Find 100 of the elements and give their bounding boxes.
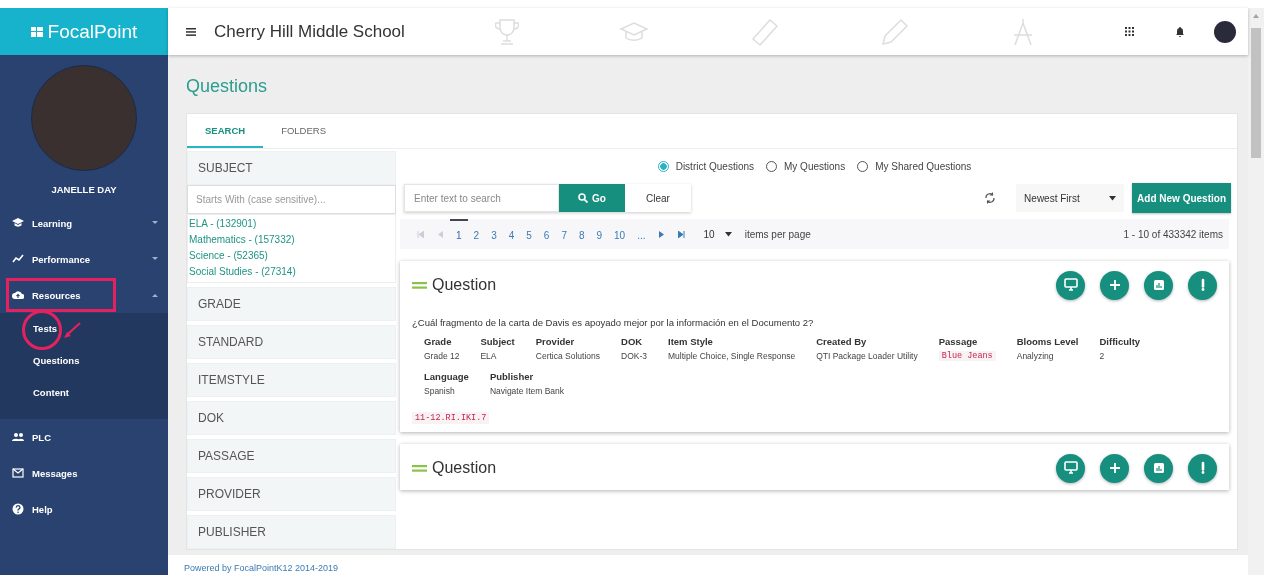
- nav-item[interactable]: Performance: [0, 241, 168, 277]
- tab[interactable]: FOLDERS: [263, 114, 344, 148]
- radio-label: My Questions: [784, 160, 846, 172]
- nav-item[interactable]: Resources: [0, 277, 168, 313]
- field-label: Difficulty: [1099, 336, 1141, 347]
- field-label: Publisher: [489, 371, 535, 382]
- filter-header[interactable]: STANDARD: [187, 325, 396, 359]
- add-new-question-button[interactable]: Add New Question: [1132, 183, 1231, 213]
- field-label: DOK: [621, 336, 644, 347]
- field-label: Item Style: [668, 336, 714, 347]
- page-size-label: items per page: [744, 228, 811, 240]
- nav-item[interactable]: Messages: [0, 455, 168, 491]
- go-button[interactable]: Go: [559, 184, 625, 212]
- field-label: Blooms Level: [1016, 336, 1079, 347]
- filter-option-link[interactable]: ELA - (132901): [189, 216, 257, 232]
- page-link[interactable]: 5: [520, 219, 538, 249]
- field-value: Grade 12: [424, 351, 460, 361]
- field-value: DOK-3: [621, 351, 647, 361]
- preview-button[interactable]: [1056, 270, 1085, 300]
- add-button[interactable]: [1100, 453, 1129, 483]
- field-value: Spanish: [424, 386, 456, 396]
- radio-label: District Questions: [675, 160, 754, 172]
- page-title: Questions: [186, 75, 269, 98]
- filter-header[interactable]: SUBJECT: [187, 151, 396, 185]
- stats-button[interactable]: [1144, 270, 1173, 300]
- radio-label: My Shared Questions: [875, 160, 972, 172]
- apps-grid-icon[interactable]: [1125, 27, 1134, 36]
- graduation-cap-icon: [12, 217, 24, 229]
- refresh-icon[interactable]: [984, 191, 997, 205]
- bell-icon[interactable]: [1176, 26, 1184, 37]
- field-value: Certica Solutions: [535, 351, 601, 361]
- caret-icon: [1109, 195, 1117, 201]
- field-value: 2: [1099, 351, 1106, 361]
- double-bar-icon: [412, 464, 427, 472]
- menu-icon[interactable]: [186, 27, 196, 36]
- bar-chart-icon: [1151, 278, 1166, 292]
- filter-header[interactable]: GRADE: [187, 287, 396, 321]
- question-text: ¿Cuál fragmento de la carta de Davis es apoyado mejor por la información en el Documento 2?: [412, 317, 815, 328]
- user-name: JANELLE DAY: [50, 184, 118, 195]
- items-summary: 1 - 10 of 433342 items: [1123, 228, 1223, 240]
- field-value: Analyzing: [1016, 351, 1055, 361]
- brand-name: FocalPoint: [47, 20, 138, 43]
- field-label: Created By: [816, 336, 868, 347]
- page-size-dropdown[interactable]: 10: [703, 228, 732, 240]
- report-button[interactable]: [1188, 453, 1217, 483]
- double-bar-icon: [412, 281, 427, 289]
- add-button[interactable]: [1100, 270, 1129, 300]
- page-link[interactable]: 4: [502, 219, 521, 249]
- clear-button[interactable]: Clear: [625, 184, 691, 212]
- last-page-icon[interactable]: [677, 230, 685, 238]
- filter-header[interactable]: PUBLISHER: [187, 515, 396, 549]
- tab[interactable]: SEARCH: [187, 114, 264, 148]
- search-icon: [578, 193, 589, 203]
- filter-header[interactable]: PROVIDER: [187, 477, 396, 511]
- submenu-item[interactable]: Content: [0, 381, 69, 413]
- page-link[interactable]: 8: [572, 219, 591, 249]
- page-link[interactable]: 9: [590, 219, 609, 249]
- field-label: Passage: [938, 336, 979, 347]
- submenu-item[interactable]: Tests: [0, 317, 58, 349]
- search-field[interactable]: Enter text to search: [404, 184, 559, 212]
- report-button[interactable]: [1188, 270, 1217, 300]
- filter-header[interactable]: DOK: [187, 401, 396, 435]
- submenu-item[interactable]: Questions: [0, 349, 80, 381]
- stats-button[interactable]: [1144, 453, 1173, 483]
- nav-item[interactable]: Help: [0, 491, 168, 527]
- field-value: QTI Package Loader Utility: [816, 351, 918, 361]
- sort-dropdown[interactable]: Newest First: [1016, 184, 1125, 212]
- monitor-icon: [1063, 461, 1078, 475]
- plus-icon: [1107, 461, 1122, 475]
- plus-icon: [1107, 278, 1122, 292]
- radio-button[interactable]: [657, 160, 669, 172]
- field-value: Multiple Choice, Single Response: [668, 351, 796, 361]
- user-avatar[interactable]: [1214, 20, 1236, 43]
- nav-item[interactable]: PLC: [0, 419, 168, 455]
- next-page-icon[interactable]: [658, 230, 664, 238]
- page-link[interactable]: 3: [485, 219, 503, 249]
- filter-option-link[interactable]: Social Studies - (27314): [189, 264, 296, 280]
- question-title: Question: [432, 459, 497, 477]
- filter-header[interactable]: ITEMSTYLE: [187, 363, 396, 397]
- field-value: ELA: [480, 351, 498, 361]
- field-label: Provider: [535, 336, 576, 347]
- page-link[interactable]: ...: [631, 219, 652, 249]
- filter-option-link[interactable]: Science - (52365): [189, 248, 268, 264]
- page-link[interactable]: 2: [467, 219, 486, 249]
- nav-item[interactable]: Learning: [0, 205, 168, 241]
- filter-input-field[interactable]: Starts With (case sensitive)...: [187, 185, 396, 214]
- page-link[interactable]: 7: [555, 219, 573, 249]
- page-link[interactable]: 6: [537, 219, 556, 249]
- people-icon: [12, 431, 24, 443]
- help-icon: [12, 503, 24, 515]
- ruler-icon: [749, 16, 780, 47]
- footer-text: Powered by FocalPointK12 2014-2019: [168, 555, 1248, 575]
- filter-option-link[interactable]: Mathematics - (157332): [189, 232, 295, 248]
- page-link[interactable]: 1: [450, 219, 468, 249]
- question-title: Question: [432, 276, 497, 294]
- filter-header[interactable]: PASSAGE: [187, 439, 396, 473]
- school-name: Cherry Hill Middle School: [214, 21, 405, 42]
- standard-tag: 11-12.RI.IKI.7: [412, 412, 490, 424]
- page-link[interactable]: 10: [608, 219, 632, 249]
- preview-button[interactable]: [1056, 453, 1085, 483]
